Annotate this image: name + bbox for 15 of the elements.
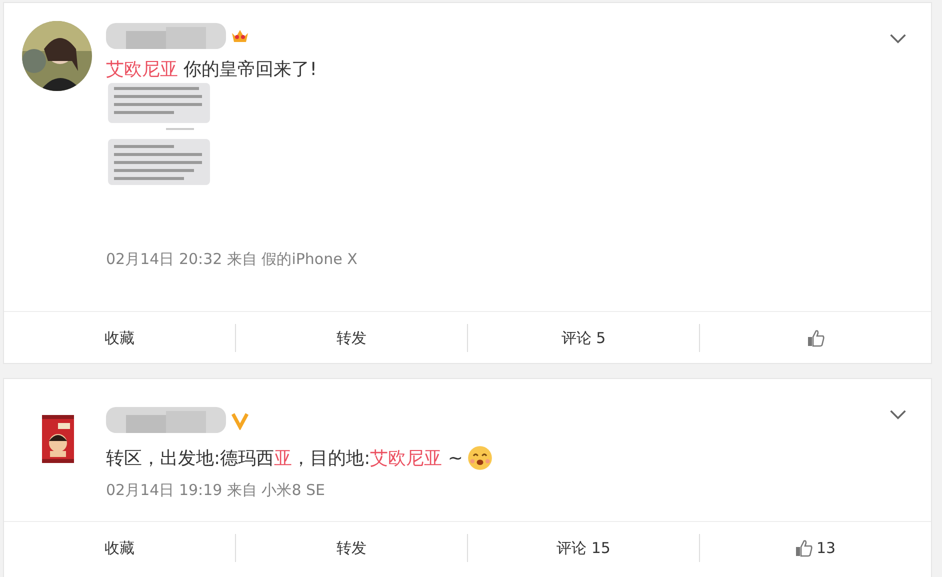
action-button[interactable]: 转发 bbox=[328, 534, 374, 562]
post-text: 转区，出发地:德玛西亚，目的地:艾欧尼亚 ~ bbox=[106, 447, 463, 470]
post-timestamp: 02月14日 19:19 来自 小米8 SE bbox=[106, 481, 326, 500]
chevron-down-icon[interactable] bbox=[889, 33, 907, 44]
action-button[interactable]: 收藏 bbox=[96, 534, 142, 562]
like-button[interactable]: 13 bbox=[787, 535, 844, 561]
thumbs-up-icon bbox=[806, 329, 824, 347]
action-button[interactable]: 评论 15 bbox=[548, 534, 618, 562]
thumbs-up-icon bbox=[795, 539, 814, 557]
action-button[interactable]: 评论 5 bbox=[553, 324, 614, 352]
chevron-down-icon[interactable] bbox=[889, 409, 907, 420]
post-text: 艾欧尼亚 你的皇帝回来了! bbox=[106, 58, 317, 81]
action-button[interactable]: 转发 bbox=[328, 324, 374, 352]
post-timestamp: 02月14日 20:32 来自 假的iPhone X bbox=[106, 250, 358, 269]
action-button[interactable]: 收藏 bbox=[96, 324, 142, 352]
